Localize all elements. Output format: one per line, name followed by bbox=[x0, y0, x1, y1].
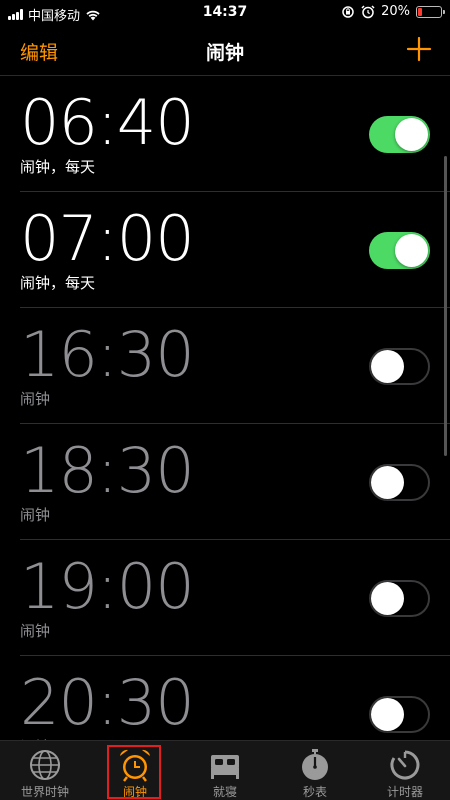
battery-percent: 20% bbox=[381, 4, 410, 19]
stopwatch-icon bbox=[297, 747, 333, 783]
alarm-time: 20:30 bbox=[20, 666, 195, 739]
alarm-list: 20:30闹钟19:00闹钟18:30闹钟16:30闹钟07:00闹钟，每天06… bbox=[0, 76, 450, 740]
alarm-toggle[interactable] bbox=[369, 116, 430, 153]
alarm-time: 06:40 bbox=[20, 86, 195, 159]
row-divider bbox=[20, 655, 450, 656]
status-right: 20% bbox=[341, 4, 445, 19]
tab-label: 计时器 bbox=[386, 785, 423, 799]
battery-fill bbox=[418, 7, 422, 16]
battery-icon bbox=[416, 5, 445, 18]
tab-label: 就寝 bbox=[212, 785, 237, 799]
alarm-row[interactable]: 16:30 闹钟 bbox=[0, 308, 450, 424]
tab-label: 秒表 bbox=[302, 785, 327, 799]
tab-stopwatch[interactable]: 秒表 bbox=[270, 741, 360, 800]
scrollbar[interactable] bbox=[444, 156, 447, 456]
alarm-toggle[interactable] bbox=[369, 232, 430, 269]
row-divider bbox=[20, 191, 450, 192]
status-bar: 中国移动 14:37 20% bbox=[0, 0, 450, 26]
alarm-time: 16:30 bbox=[20, 318, 195, 391]
alarm-time: 07:00 bbox=[20, 202, 195, 275]
toggle-knob bbox=[371, 698, 404, 731]
plus-icon[interactable] bbox=[406, 36, 432, 62]
orientation-lock-icon bbox=[342, 5, 354, 18]
alarm-row[interactable]: 20:30闹钟 bbox=[0, 656, 450, 740]
alarm-label: 闹钟，每天 bbox=[20, 274, 96, 292]
alarm-row[interactable]: 06:40 闹钟，每天 bbox=[0, 76, 450, 192]
tab-globe[interactable]: 世界时钟 bbox=[0, 741, 90, 800]
toggle-knob bbox=[395, 118, 428, 151]
alarm-row[interactable]: 19:00 闹钟 bbox=[0, 540, 450, 656]
toggle-knob bbox=[395, 234, 428, 267]
tab-highlight-box bbox=[107, 745, 161, 799]
row-divider bbox=[20, 423, 450, 424]
alarm-toggle[interactable] bbox=[369, 464, 430, 501]
alarm-label: 闹钟 bbox=[20, 390, 51, 408]
tab-bed[interactable]: 就寝 bbox=[180, 741, 270, 800]
alarm-toggle[interactable] bbox=[369, 696, 430, 733]
tab-bar: 世界时钟 闹钟就寝 秒表 计时器 bbox=[0, 740, 450, 800]
alarm-time: 18:30 bbox=[20, 434, 195, 507]
globe-icon bbox=[27, 747, 63, 783]
row-divider bbox=[20, 307, 450, 308]
alarm-label: 闹钟，每天 bbox=[20, 158, 96, 176]
alarm-row[interactable]: 07:00 闹钟，每天 bbox=[0, 192, 450, 308]
alarm-label: 闹钟 bbox=[20, 622, 51, 640]
alarm-toggle[interactable] bbox=[369, 580, 430, 617]
row-divider bbox=[20, 539, 450, 540]
nav-bar: 编辑 闹钟 bbox=[0, 26, 450, 76]
timer-icon bbox=[387, 747, 423, 783]
alarm-time: 19:00 bbox=[20, 550, 195, 623]
tab-label: 世界时钟 bbox=[20, 785, 69, 799]
toggle-knob bbox=[371, 582, 404, 615]
tab-timer[interactable]: 计时器 bbox=[360, 741, 450, 800]
alarm-label: 闹钟 bbox=[20, 506, 51, 524]
tab-alarm-clock[interactable]: 闹钟 bbox=[90, 741, 180, 800]
alarm-toggle[interactable] bbox=[369, 348, 430, 385]
toggle-knob bbox=[371, 350, 404, 383]
alarm-row[interactable]: 18:30 闹钟 bbox=[0, 424, 450, 540]
page-title: 闹钟 bbox=[205, 42, 244, 64]
bed-icon bbox=[207, 747, 243, 783]
toggle-knob bbox=[371, 466, 404, 499]
alarm-status-icon bbox=[361, 4, 375, 18]
